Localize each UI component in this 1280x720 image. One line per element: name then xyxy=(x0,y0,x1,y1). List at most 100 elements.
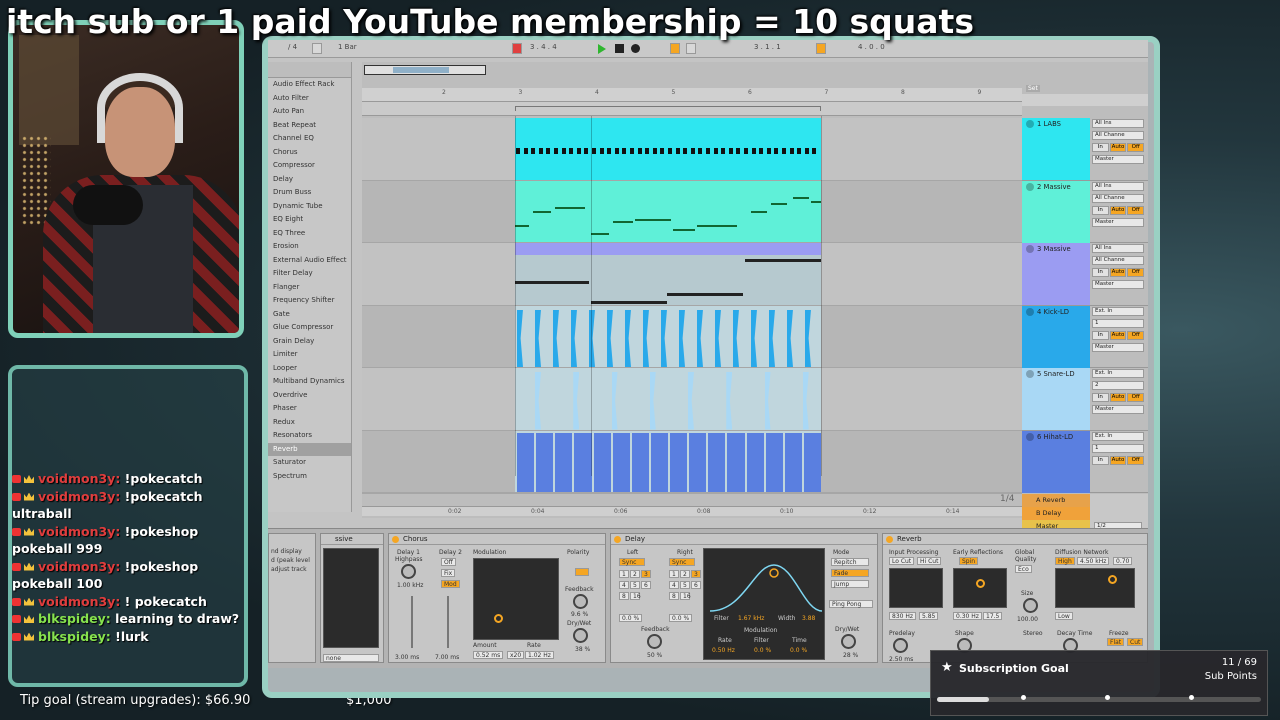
reverb-v2[interactable]: 5.85 xyxy=(919,612,939,620)
delay-left-beat-button[interactable]: 16 xyxy=(630,592,641,600)
midi-note[interactable] xyxy=(637,148,642,154)
delay-left-beat-button[interactable]: 4 xyxy=(619,581,629,589)
monitor-auto-button[interactable]: Auto xyxy=(1109,268,1127,277)
reverb-size-knob[interactable] xyxy=(1023,598,1038,613)
audio-hit[interactable] xyxy=(689,432,707,492)
output-select[interactable]: Master xyxy=(1092,342,1144,352)
set-button[interactable]: Set xyxy=(1026,85,1040,92)
audio-hit[interactable] xyxy=(612,432,630,492)
browser-item[interactable]: Beat Repeat xyxy=(268,119,351,133)
track-header[interactable]: 1 LABS All Ins All Channe In Auto Off Master xyxy=(1022,118,1148,181)
browser-item[interactable]: Flanger xyxy=(268,281,351,295)
midi-note[interactable] xyxy=(673,228,695,231)
midi-clip[interactable] xyxy=(515,368,821,430)
monitor-off-button[interactable]: Off xyxy=(1127,330,1145,340)
audio-hit[interactable] xyxy=(661,309,667,367)
reverb-flat[interactable]: Flat xyxy=(1107,638,1125,646)
clip-title-bar[interactable] xyxy=(515,243,821,255)
midi-note[interactable] xyxy=(668,148,672,154)
midi-clip[interactable] xyxy=(515,180,821,242)
chorus-feedback-knob[interactable] xyxy=(573,594,588,609)
reverb-early-handle[interactable] xyxy=(976,579,985,588)
audio-hit[interactable] xyxy=(573,372,580,430)
midi-note[interactable] xyxy=(789,148,794,154)
browser-item[interactable]: Auto Filter xyxy=(268,92,351,106)
quantize-select[interactable]: 1 Bar xyxy=(338,43,357,51)
monitor-off-button[interactable]: Off xyxy=(1127,205,1145,215)
monitor-in-button[interactable]: In xyxy=(1092,393,1109,402)
monitor-auto-button[interactable]: Auto xyxy=(1109,143,1127,152)
midi-note[interactable] xyxy=(591,301,667,304)
midi-note[interactable] xyxy=(614,148,619,154)
chorus-xy-handle[interactable] xyxy=(494,614,503,623)
reverb-eco[interactable]: Eco xyxy=(1015,565,1032,573)
monitor-in-button[interactable]: In xyxy=(1092,143,1109,152)
track-header[interactable]: 6 Hihat-LD Ext. In 1 In Auto Off xyxy=(1022,430,1148,493)
overview-bar[interactable] xyxy=(364,65,486,75)
reverb-early-xy[interactable] xyxy=(953,568,1007,608)
browser-item[interactable]: Resonators xyxy=(268,429,351,443)
audio-hit[interactable] xyxy=(670,432,688,492)
delay-drywet-knob[interactable] xyxy=(841,634,856,649)
browser-item[interactable]: Delay xyxy=(268,173,351,187)
audio-hit[interactable] xyxy=(643,309,649,367)
delay-left-beat-button[interactable]: 2 xyxy=(630,570,640,578)
track-lane[interactable] xyxy=(362,180,1022,243)
track-lane[interactable] xyxy=(362,368,1022,431)
loop-switch[interactable] xyxy=(816,43,826,54)
input-type-select[interactable]: All Ins xyxy=(1092,119,1144,128)
reverb-locut[interactable]: Lo Cut xyxy=(889,557,915,565)
browser-item[interactable]: Glue Compressor xyxy=(268,321,351,335)
midi-note[interactable] xyxy=(523,148,528,154)
chat-username[interactable]: voidmon3y: xyxy=(38,524,120,539)
delay-filter-display[interactable]: Filter 1.67 kHz Width 3.88 Modulation Ra… xyxy=(703,548,825,660)
delay-filter-val[interactable]: 1.67 kHz xyxy=(738,615,764,622)
loop-length[interactable]: 4 . 0 . 0 xyxy=(858,43,885,51)
delay-fb-val[interactable]: 50 % xyxy=(647,652,662,659)
audio-hit[interactable] xyxy=(593,432,611,492)
output-select[interactable]: Master xyxy=(1092,155,1144,164)
record-button[interactable] xyxy=(631,44,640,53)
chat-username[interactable]: blkspidey: xyxy=(38,611,111,626)
browser-item[interactable]: EQ Eight xyxy=(268,213,351,227)
delay-left-pct[interactable]: 0.0 % xyxy=(619,614,643,622)
reverb-predelay-knob[interactable] xyxy=(893,638,908,653)
midi-note[interactable] xyxy=(706,148,710,154)
midi-note[interactable] xyxy=(538,148,543,154)
delay-left-beat-button[interactable]: 1 xyxy=(619,570,629,578)
midi-note[interactable] xyxy=(751,210,767,213)
loop-brace[interactable] xyxy=(515,106,821,111)
audio-hit[interactable] xyxy=(765,432,783,492)
delay-power[interactable] xyxy=(614,536,621,543)
browser-item[interactable]: Overdrive xyxy=(268,389,351,403)
audio-hit[interactable] xyxy=(571,309,577,367)
audio-hit[interactable] xyxy=(688,372,694,430)
midi-note[interactable] xyxy=(728,148,733,154)
delay-left-sync[interactable]: Sync xyxy=(619,558,645,566)
audio-hit[interactable] xyxy=(751,309,757,367)
chorus-polarity-toggle[interactable] xyxy=(575,568,589,576)
audio-hit[interactable] xyxy=(715,309,721,367)
midi-note[interactable] xyxy=(533,210,551,213)
midi-note[interactable] xyxy=(744,148,748,154)
fold-icon[interactable] xyxy=(1026,370,1034,378)
midi-note[interactable] xyxy=(660,148,665,154)
chorus-hp-val[interactable]: 1.00 kHz xyxy=(397,582,423,589)
track-title[interactable]: 4 Kick-LD xyxy=(1022,305,1090,368)
stop-button[interactable] xyxy=(615,44,624,53)
reverb-low[interactable]: Low xyxy=(1055,612,1073,620)
input-type-select[interactable]: Ext. In xyxy=(1092,306,1144,316)
chorus-d1ms[interactable]: 3.00 ms xyxy=(395,654,419,661)
return-lane[interactable] xyxy=(362,493,1022,494)
input-channel-select[interactable]: All Channe xyxy=(1092,256,1144,265)
input-channel-select[interactable]: 2 xyxy=(1092,381,1144,390)
delay-right-beat-button[interactable]: 8 xyxy=(669,592,679,600)
audio-hit[interactable] xyxy=(650,432,668,492)
chat-username[interactable]: voidmon3y: xyxy=(38,471,120,486)
browser-item[interactable]: Erosion xyxy=(268,240,351,254)
output-select[interactable]: Master xyxy=(1092,217,1144,227)
track-title[interactable]: 2 Massive xyxy=(1022,180,1090,243)
browser-item[interactable]: Reverb xyxy=(268,442,351,456)
delay-fade[interactable]: Fade xyxy=(831,569,869,577)
midi-note[interactable] xyxy=(635,218,671,221)
